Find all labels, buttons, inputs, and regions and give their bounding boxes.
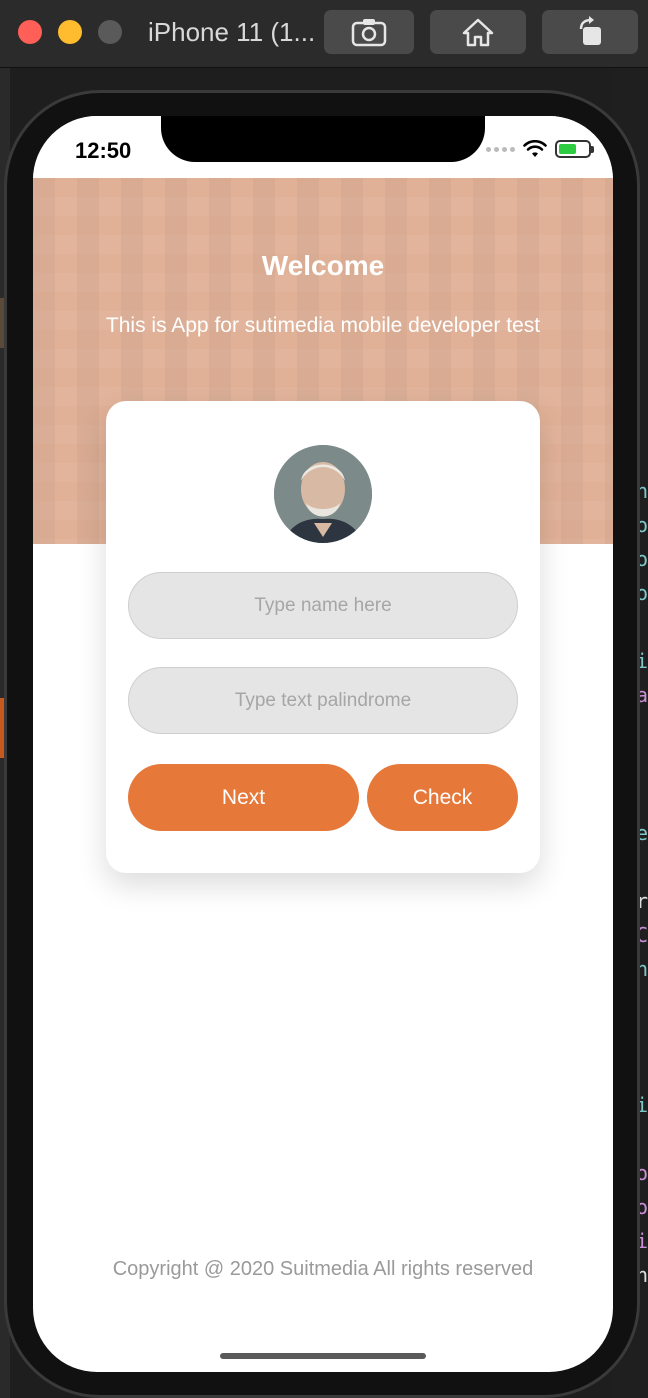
rotate-icon [579,16,601,45]
device-notch [161,116,485,162]
palindrome-input[interactable]: Type text palindrome [128,667,518,734]
check-button[interactable]: Check [367,764,518,831]
name-input[interactable]: Type name here [128,572,518,639]
window-title: iPhone 11 (1... [148,17,316,47]
page-title: Welcome [261,250,385,281]
home-icon [462,18,494,47]
home-button[interactable] [430,10,526,54]
screenshot-icon [351,19,387,47]
signal-icon [486,146,515,152]
next-button[interactable]: Next [128,764,359,831]
screenshot-button[interactable] [324,10,414,54]
avatar[interactable] [274,445,372,543]
copyright-text: Copyright @ 2020 Suitmedia All rights re… [112,1258,534,1280]
input-card: Type name here Type text palindrome Next… [106,401,540,873]
status-bar: 12:50 [33,116,613,178]
battery-icon [555,140,594,158]
status-icons [486,140,594,158]
status-time: 12:50 [75,138,132,163]
close-window-button[interactable] [18,20,42,44]
wifi-icon [523,140,547,157]
simulator-titlebar: iPhone 11 (1... [0,0,648,68]
page-subtitle: This is App for sutimedia mobile develop… [105,314,541,337]
battery-level [559,144,576,154]
app-screen: 12:50 Welcome This is App for sutimedia … [33,116,613,1372]
minimize-window-button[interactable] [58,20,82,44]
zoom-window-button[interactable] [98,20,122,44]
home-indicator[interactable] [220,1353,426,1359]
rotate-button[interactable] [542,10,638,54]
user-photo-icon [274,445,372,543]
